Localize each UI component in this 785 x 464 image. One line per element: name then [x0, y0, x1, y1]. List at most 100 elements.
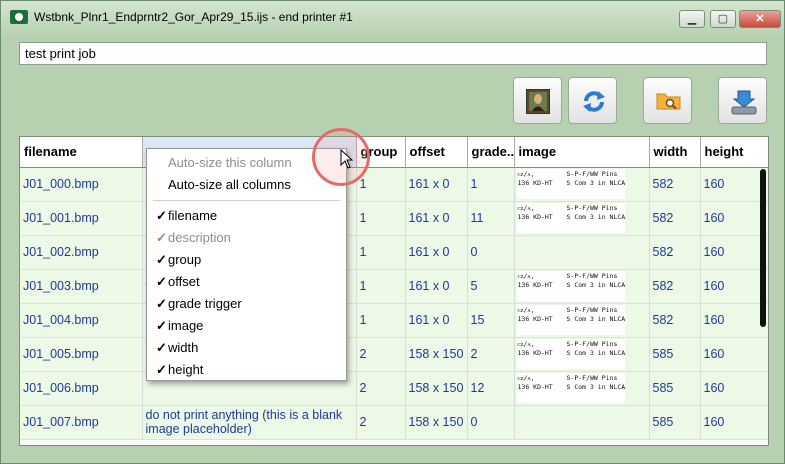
label-thumbnail: ᴄᴢ/ᴀ, S-P-F/WW Pins 136 KD-HT S Com 3 in NL…: [516, 339, 625, 369]
column-context-menu: Auto-size this column Auto-size all colum…: [146, 148, 347, 381]
filename-cell: J01_005.bmp: [20, 337, 143, 372]
filename-cell: J01_006.bmp: [20, 371, 143, 406]
col-grade-trigger-header[interactable]: grade...: [467, 137, 515, 168]
label-thumbnail: ᴄᴢ/ᴀ, S-P-F/WW Pins 136 KD-HT S Com 3 in NL…: [516, 203, 625, 233]
col-width-header[interactable]: width: [649, 137, 701, 168]
checkmark-icon: ✓: [156, 318, 167, 333]
thumbnail-text: S Com 3 in NLCA-PS: [566, 383, 625, 391]
menu-item-offset[interactable]: ✓ offset: [147, 271, 346, 293]
height-cell: 160: [700, 405, 768, 440]
width-cell: 582: [649, 201, 701, 236]
height-cell: 160: [700, 371, 768, 406]
thumbnail-text: S Com 3 in NLCA-PS: [566, 213, 625, 221]
offset-cell: 161 x 0: [405, 235, 468, 270]
label-thumbnail: ᴄᴢ/ᴀ, S-P-F/WW Pins 136 KD-HT S Com 3 in NL…: [516, 169, 625, 199]
width-cell: 585: [649, 371, 701, 406]
checkmark-icon: ✓: [156, 340, 167, 355]
table-row[interactable]: J01_003.bmpf1161 x 05ᴄᴢ/ᴀ,S-P-F/WW Pins1…: [20, 269, 768, 304]
image-cell: ᴄᴢ/ᴀ, S-P-F/WW Pins 136 KD-HT S Com 3 in NL…: [514, 167, 650, 202]
mona-lisa-image-icon: [526, 89, 550, 114]
vertical-scrollbar[interactable]: [760, 169, 766, 327]
window-title: Wstbnk_Plnr1_Endprntr2_Gor_Apr29_15.ijs …: [34, 10, 353, 24]
filename-cell: J01_004.bmp: [20, 303, 143, 338]
group-cell: 2: [356, 371, 406, 406]
menu-item-group[interactable]: ✓ group: [147, 249, 346, 271]
refresh-button[interactable]: [568, 77, 617, 124]
label-thumbnail: ᴄᴢ/ᴀ, S-P-F/WW Pins 136 KD-HT S Com 3 in NL…: [516, 373, 625, 403]
table-row[interactable]: J01_006.bmp 2 158 x 150 12 ᴄᴢ/ᴀ, S-P-F/WW Pin…: [20, 371, 768, 406]
thumbnail-text: S-P-F/WW Pins: [566, 272, 618, 280]
menu-item-image[interactable]: ✓ image: [147, 315, 346, 337]
checkmark-icon: ✓: [156, 252, 167, 267]
menu-item-height[interactable]: ✓ height: [147, 359, 346, 381]
offset-cell: 158 x 150: [405, 405, 468, 440]
checkmark-icon: ✓: [156, 274, 167, 289]
menu-item-label: filename: [168, 208, 218, 223]
thumbnail-text: 136 KD-HT: [517, 281, 553, 289]
main-window: Wstbnk_Plnr1_Endprntr2_Gor_Apr29_15.ijs …: [0, 0, 785, 464]
menu-item-grade-trigger[interactable]: ✓ grade trigger: [147, 293, 346, 315]
offset-cell: 161 x 0: [405, 167, 468, 202]
table-row[interactable]: J01_004.bmps1161 x 015ᴄᴢ/ᴀ,S-P-F/WW Pins…: [20, 303, 768, 338]
width-cell: 582: [649, 303, 701, 338]
table-row[interactable]: J01_002.bmp 1 161 x 0 0 582 160: [20, 235, 768, 270]
filename-cell: J01_000.bmp: [20, 167, 143, 202]
thumbnail-text: S-P-F/WW Pins: [566, 170, 618, 178]
grade-cell: 2: [467, 337, 515, 372]
minimize-button[interactable]: ▁: [679, 10, 705, 28]
menu-item-label: Auto-size this column: [168, 155, 292, 170]
menu-item-label: offset: [168, 274, 200, 289]
title-bar[interactable]: Wstbnk_Plnr1_Endprntr2_Gor_Apr29_15.ijs …: [1, 1, 784, 35]
description-cell: do not print anything (this is a blank i…: [142, 405, 357, 440]
close-button[interactable]: ✕: [739, 10, 781, 28]
table-row[interactable]: J01_005.bmps2158 x 1502ᴄᴢ/ᴀ,S-P-F/WW Pin…: [20, 337, 768, 372]
image-cell: ᴄᴢ/ᴀ, S-P-F/WW Pins 136 KD-HT S Com 3 in NL…: [514, 371, 650, 406]
menu-item-label: description: [168, 230, 231, 245]
grade-cell: 11: [467, 201, 515, 236]
thumbnail-text: 136 KD-HT: [517, 213, 553, 221]
offset-cell: 161 x 0: [405, 303, 468, 338]
menu-item-auto-size-all-columns[interactable]: Auto-size all columns: [147, 174, 346, 196]
thumbnail-text: ᴄᴢ/ᴀ,: [517, 340, 535, 348]
menu-item-width[interactable]: ✓ width: [147, 337, 346, 359]
image-cell: ᴄᴢ/ᴀ, S-P-F/WW Pins 136 KD-HT S Com 3 in NL…: [514, 303, 650, 338]
grade-cell: 0: [467, 405, 515, 440]
width-cell: 585: [649, 337, 701, 372]
col-filename-header[interactable]: filename: [20, 137, 143, 168]
group-cell: 2: [356, 405, 406, 440]
table-row[interactable]: J01_007.bmp do not print anything (this i…: [20, 405, 768, 440]
offset-cell: 161 x 0: [405, 201, 468, 236]
thumbnail-text: 136 KD-HT: [517, 179, 553, 187]
filename-cell: J01_002.bmp: [20, 235, 143, 270]
table-row[interactable]: J01_000.bmp 1 161 x 0 1 ᴄᴢ/ᴀ, S-P-F/WW Pins 13…: [20, 167, 768, 202]
table-row[interactable]: J01_001.bmps1161 x 011ᴄᴢ/ᴀ,S-P-F/WW Pins…: [20, 201, 768, 236]
height-cell: 160: [700, 167, 768, 202]
col-height-header[interactable]: height: [700, 137, 768, 168]
col-image-header[interactable]: image: [514, 137, 650, 168]
menu-item-label: width: [168, 340, 199, 355]
job-name-input[interactable]: [19, 42, 767, 65]
print-jobs-grid[interactable]: filename group offset grade... image width hei…: [19, 136, 769, 446]
thumbnail-text: S Com 3 in NLCA-PS: [566, 179, 625, 187]
thumbnail-text: S-P-F/WW Pins: [566, 306, 618, 314]
open-folder-button[interactable]: [643, 77, 692, 124]
app-icon: [10, 10, 28, 24]
maximize-button[interactable]: ▢: [710, 10, 736, 28]
thumbnail-text: ᴄᴢ/ᴀ,: [517, 374, 535, 382]
thumbnail-text: S Com 3 in NLCA-PS: [566, 281, 625, 289]
print-button[interactable]: [718, 77, 767, 124]
offset-cell: 161 x 0: [405, 269, 468, 304]
menu-item-filename[interactable]: ✓ filename: [147, 205, 346, 227]
image-cell: ᴄᴢ/ᴀ, S-P-F/WW Pins 136 KD-HT S Com 3 in NL…: [514, 269, 650, 304]
grade-cell: 15: [467, 303, 515, 338]
width-cell: 585: [649, 405, 701, 440]
label-thumbnail: ᴄᴢ/ᴀ, S-P-F/WW Pins 136 KD-HT S Com 3 in NL…: [516, 305, 625, 335]
thumbnail-text: ᴄᴢ/ᴀ,: [517, 204, 535, 212]
thumbnail-text: ᴄᴢ/ᴀ,: [517, 170, 535, 178]
show-image-button[interactable]: [513, 77, 562, 124]
width-cell: 582: [649, 269, 701, 304]
thumbnail-text: ᴄᴢ/ᴀ,: [517, 272, 535, 280]
col-offset-header[interactable]: offset: [405, 137, 468, 168]
group-cell: 1: [356, 235, 406, 270]
thumbnail-text: ᴄᴢ/ᴀ,: [517, 306, 535, 314]
